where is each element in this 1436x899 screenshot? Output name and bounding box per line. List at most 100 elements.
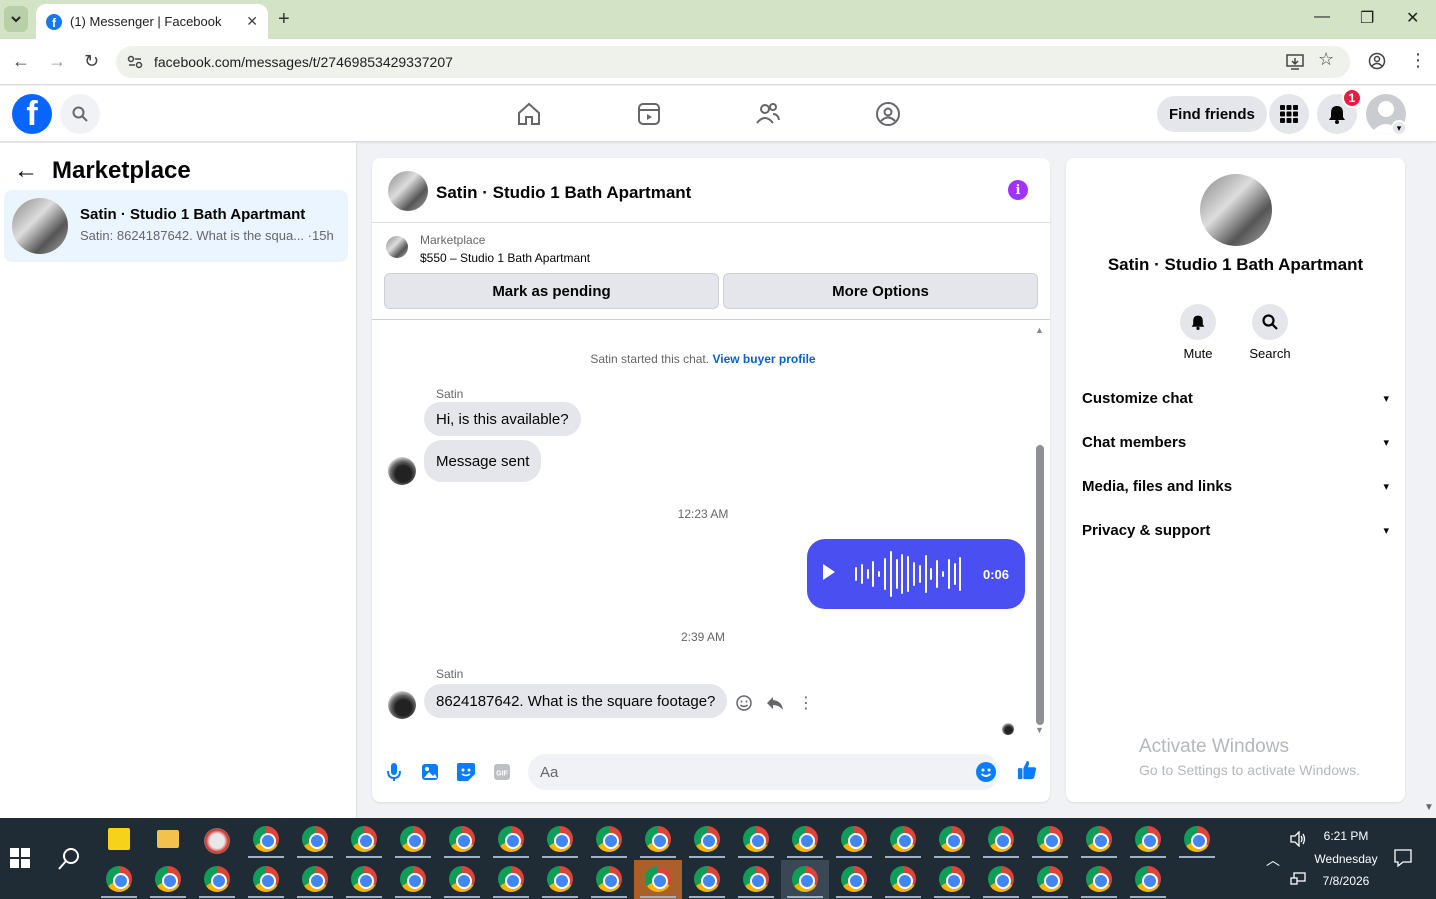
play-icon[interactable] xyxy=(823,564,835,580)
chrome-taskbar-icon[interactable] xyxy=(1037,826,1063,852)
chrome-taskbar-icon[interactable] xyxy=(449,866,475,892)
clock-day[interactable]: Wednesday xyxy=(1310,852,1382,866)
chrome-taskbar-icon[interactable] xyxy=(596,826,622,852)
account-caret-icon[interactable]: ▾ xyxy=(1391,120,1407,136)
more-options-button[interactable]: More Options xyxy=(723,273,1038,309)
react-emoji-icon[interactable] xyxy=(736,695,752,711)
chrome-taskbar-icon[interactable] xyxy=(204,866,230,892)
taskbar-search-icon[interactable] xyxy=(56,846,82,872)
chrome-taskbar-icon[interactable] xyxy=(302,826,328,852)
chrome-taskbar-icon[interactable] xyxy=(1135,866,1161,892)
chrome-taskbar-icon[interactable] xyxy=(1135,826,1161,852)
chrome-taskbar-icon[interactable] xyxy=(351,826,377,852)
message-bubble[interactable]: Hi, is this available? xyxy=(424,402,581,436)
menu-button[interactable] xyxy=(1269,94,1309,134)
install-app-icon[interactable] xyxy=(1286,53,1304,71)
chrome-taskbar-icon[interactable] xyxy=(841,826,867,852)
chrome-taskbar-icon[interactable] xyxy=(988,866,1014,892)
chrome-taskbar-icon[interactable] xyxy=(449,826,475,852)
emoji-icon[interactable] xyxy=(976,762,996,782)
windows-start-icon[interactable] xyxy=(10,848,30,868)
chrome-taskbar-icon[interactable] xyxy=(1037,866,1063,892)
chrome-taskbar-icon[interactable] xyxy=(890,866,916,892)
chat-thumbnail[interactable] xyxy=(388,171,428,211)
tray-expand-icon[interactable]: ︿ xyxy=(1266,850,1280,870)
snipping-tool-taskbar-icon[interactable] xyxy=(204,828,230,854)
find-friends-button[interactable]: Find friends xyxy=(1157,96,1267,132)
page-scroll-down-icon[interactable]: ▼ xyxy=(1424,802,1434,813)
volume-icon[interactable] xyxy=(1289,831,1307,847)
chrome-taskbar-icon[interactable] xyxy=(988,826,1014,852)
chrome-taskbar-icon[interactable] xyxy=(1086,826,1112,852)
restore-button[interactable]: ❐ xyxy=(1360,8,1374,28)
clock-date[interactable]: 7/8/2026 xyxy=(1310,874,1382,888)
chrome-taskbar-icon[interactable] xyxy=(498,826,524,852)
chrome-taskbar-icon[interactable] xyxy=(547,866,573,892)
chrome-taskbar-icon[interactable] xyxy=(841,866,867,892)
info-icon[interactable]: i xyxy=(1008,180,1028,200)
chrome-taskbar-icon[interactable] xyxy=(596,866,622,892)
new-tab-button[interactable]: + xyxy=(278,8,290,31)
network-icon[interactable] xyxy=(1290,872,1306,886)
chrome-taskbar-icon[interactable] xyxy=(645,866,671,892)
browser-tab[interactable]: f (1) Messenger | Facebook ✕ xyxy=(36,4,268,39)
facebook-search-button[interactable] xyxy=(60,94,100,134)
profile-icon[interactable] xyxy=(1368,52,1386,70)
file-explorer-taskbar-icon[interactable] xyxy=(157,830,179,848)
scroll-up-arrow-icon[interactable]: ▲ xyxy=(1035,325,1044,335)
chrome-taskbar-icon[interactable] xyxy=(694,826,720,852)
back-button[interactable]: ← xyxy=(12,51,30,72)
message-bubble[interactable]: 8624187642. What is the square footage? xyxy=(424,684,728,718)
tab-search-button[interactable] xyxy=(4,6,28,32)
back-arrow-icon[interactable]: ← xyxy=(14,157,38,185)
customize-chat-item[interactable]: Customize chat ▾ xyxy=(1082,390,1389,407)
reload-button[interactable]: ↻ xyxy=(84,51,99,72)
message-list[interactable]: ▲ ▼ Satin started this chat. View buyer … xyxy=(372,321,1050,741)
minimize-button[interactable]: — xyxy=(1314,8,1330,26)
address-bar[interactable]: facebook.com/messages/t/2746985342933720… xyxy=(116,46,1350,78)
chrome-taskbar-icon[interactable] xyxy=(939,866,965,892)
action-center-icon[interactable] xyxy=(1394,849,1412,867)
chrome-taskbar-icon[interactable] xyxy=(302,866,328,892)
close-window-button[interactable]: ✕ xyxy=(1406,8,1419,28)
chrome-taskbar-icon[interactable] xyxy=(253,866,279,892)
search-in-chat-button[interactable]: Search xyxy=(1240,304,1300,361)
video-nav-button[interactable] xyxy=(635,100,663,128)
groups-nav-button[interactable] xyxy=(874,100,902,128)
voice-message-bubble[interactable]: 0:06 xyxy=(807,539,1025,609)
sticky-notes-taskbar-icon[interactable] xyxy=(108,828,130,850)
reply-icon[interactable] xyxy=(766,695,784,711)
voice-clip-button[interactable] xyxy=(384,762,404,782)
conversation-item[interactable]: Satin · Studio 1 Bath Apartmant Satin: 8… xyxy=(4,190,348,262)
more-actions-icon[interactable]: ⋮ xyxy=(798,693,814,713)
facebook-logo-icon[interactable]: f xyxy=(12,94,52,134)
chrome-taskbar-icon[interactable] xyxy=(792,866,818,892)
site-info-icon[interactable] xyxy=(126,53,144,71)
chrome-taskbar-icon[interactable] xyxy=(547,826,573,852)
mark-pending-button[interactable]: Mark as pending xyxy=(384,273,719,309)
chrome-taskbar-icon[interactable] xyxy=(792,826,818,852)
tab-close-icon[interactable]: ✕ xyxy=(246,13,258,30)
details-thumbnail[interactable] xyxy=(1200,174,1272,246)
chrome-taskbar-icon[interactable] xyxy=(106,866,132,892)
chrome-taskbar-icon[interactable] xyxy=(743,866,769,892)
chrome-taskbar-icon[interactable] xyxy=(400,866,426,892)
forward-button[interactable]: → xyxy=(48,51,66,72)
message-input[interactable]: Aa xyxy=(528,754,1000,790)
home-nav-button[interactable] xyxy=(515,100,543,128)
chrome-taskbar-icon[interactable] xyxy=(939,826,965,852)
browser-menu-icon[interactable]: ⋮ xyxy=(1409,50,1427,71)
listing-price-title[interactable]: $550 – Studio 1 Bath Apartmant xyxy=(420,251,590,265)
scroll-down-arrow-icon[interactable]: ▼ xyxy=(1035,725,1044,735)
chrome-taskbar-icon[interactable] xyxy=(253,826,279,852)
media-files-links-item[interactable]: Media, files and links ▾ xyxy=(1082,478,1389,495)
chrome-taskbar-icon[interactable] xyxy=(498,866,524,892)
chrome-taskbar-icon[interactable] xyxy=(1086,866,1112,892)
chrome-taskbar-icon[interactable] xyxy=(694,866,720,892)
bookmark-star-icon[interactable]: ☆ xyxy=(1318,49,1334,70)
scrollbar-thumb[interactable] xyxy=(1036,445,1044,725)
sender-avatar[interactable] xyxy=(388,691,416,719)
like-button[interactable] xyxy=(1017,760,1037,780)
chrome-taskbar-icon[interactable] xyxy=(1184,826,1210,852)
privacy-support-item[interactable]: Privacy & support ▾ xyxy=(1082,522,1389,539)
